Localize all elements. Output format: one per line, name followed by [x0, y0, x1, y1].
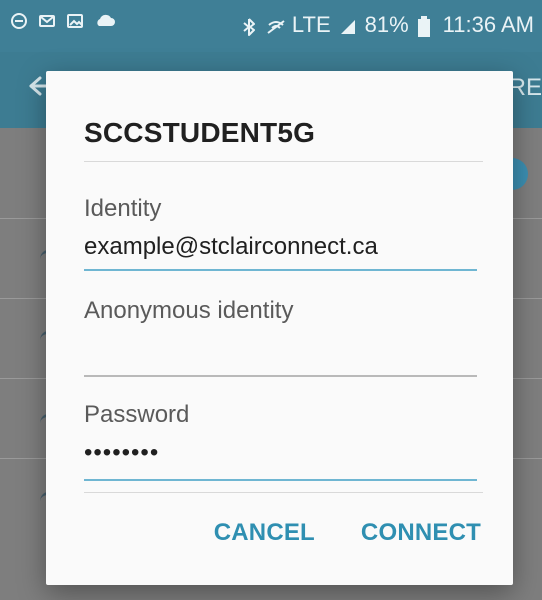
bluetooth-icon — [240, 16, 258, 36]
title-divider — [84, 161, 483, 162]
weather-icon — [94, 12, 115, 30]
anonymous-identity-underline — [84, 375, 477, 377]
app-bar-action-text[interactable]: RE — [509, 74, 542, 102]
status-bar: LTE 81% 11:36 AM — [0, 0, 542, 52]
status-time: 11:36 AM — [442, 12, 534, 37]
wifi-calling-icon — [266, 16, 285, 34]
status-bar-left-icons — [10, 12, 115, 30]
do-not-disturb-icon — [10, 12, 28, 30]
password-label: Password — [84, 401, 190, 428]
battery-icon — [417, 16, 435, 37]
status-bar-right: LTE 81% 11:36 AM — [240, 10, 534, 40]
anonymous-identity-label: Anonymous identity — [84, 297, 294, 324]
dialog-title: SCCSTUDENT5G — [84, 117, 316, 148]
lte-indicator: LTE — [291, 12, 331, 37]
email-icon — [38, 12, 56, 30]
gallery-icon — [66, 12, 84, 30]
wifi-credentials-dialog: SCCSTUDENT5G Identity example@stclaircon… — [46, 71, 513, 585]
identity-field[interactable]: example@stclairconnect.ca — [84, 233, 378, 261]
cancel-button[interactable]: CANCEL — [214, 519, 315, 547]
password-underline — [84, 479, 477, 481]
identity-label: Identity — [84, 195, 162, 222]
connect-button[interactable]: CONNECT — [361, 519, 481, 547]
identity-underline — [84, 269, 477, 271]
password-field[interactable]: •••••••• — [84, 439, 159, 467]
anonymous-identity-field[interactable] — [84, 335, 477, 363]
signal-icon — [339, 16, 357, 34]
dialog-actions: CANCEL CONNECT — [214, 519, 481, 547]
actions-divider — [84, 492, 483, 493]
battery-percent: 81% — [364, 12, 409, 37]
